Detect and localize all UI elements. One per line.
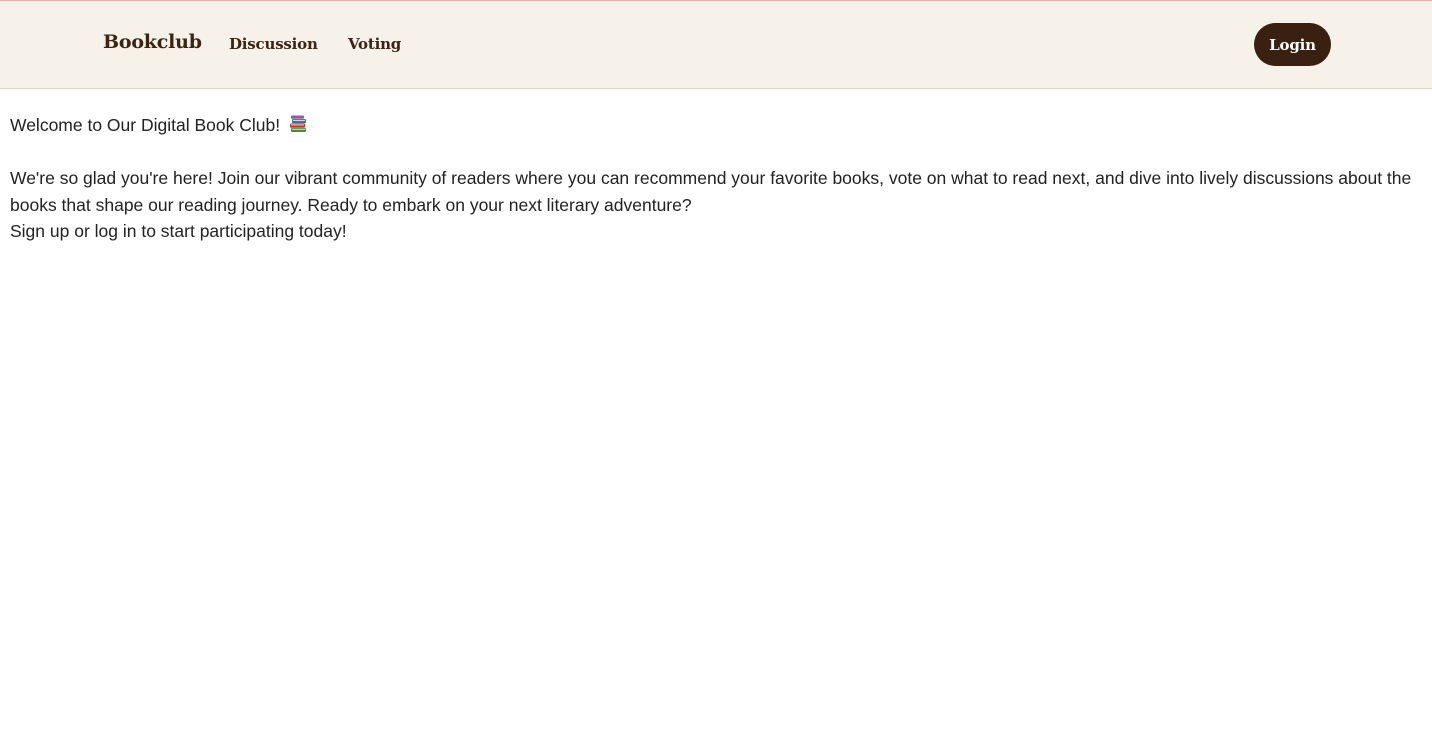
- welcome-text: Welcome to Our Digital Book Club!: [10, 115, 281, 135]
- intro-paragraph: We're so glad you're here! Join our vibr…: [10, 168, 1412, 215]
- login-button[interactable]: Login: [1254, 23, 1331, 66]
- nav-link-discussion[interactable]: Discussion: [229, 35, 318, 53]
- brand-logo-link[interactable]: Bookclub: [103, 31, 202, 53]
- books-icon: [289, 114, 308, 132]
- nav-link-voting[interactable]: Voting: [348, 35, 401, 53]
- welcome-heading: Welcome to Our Digital Book Club!: [10, 112, 308, 139]
- signup-prompt: Sign up or log in to start participating…: [10, 221, 347, 241]
- navbar: Bookclub Discussion Voting Login: [0, 1, 1432, 89]
